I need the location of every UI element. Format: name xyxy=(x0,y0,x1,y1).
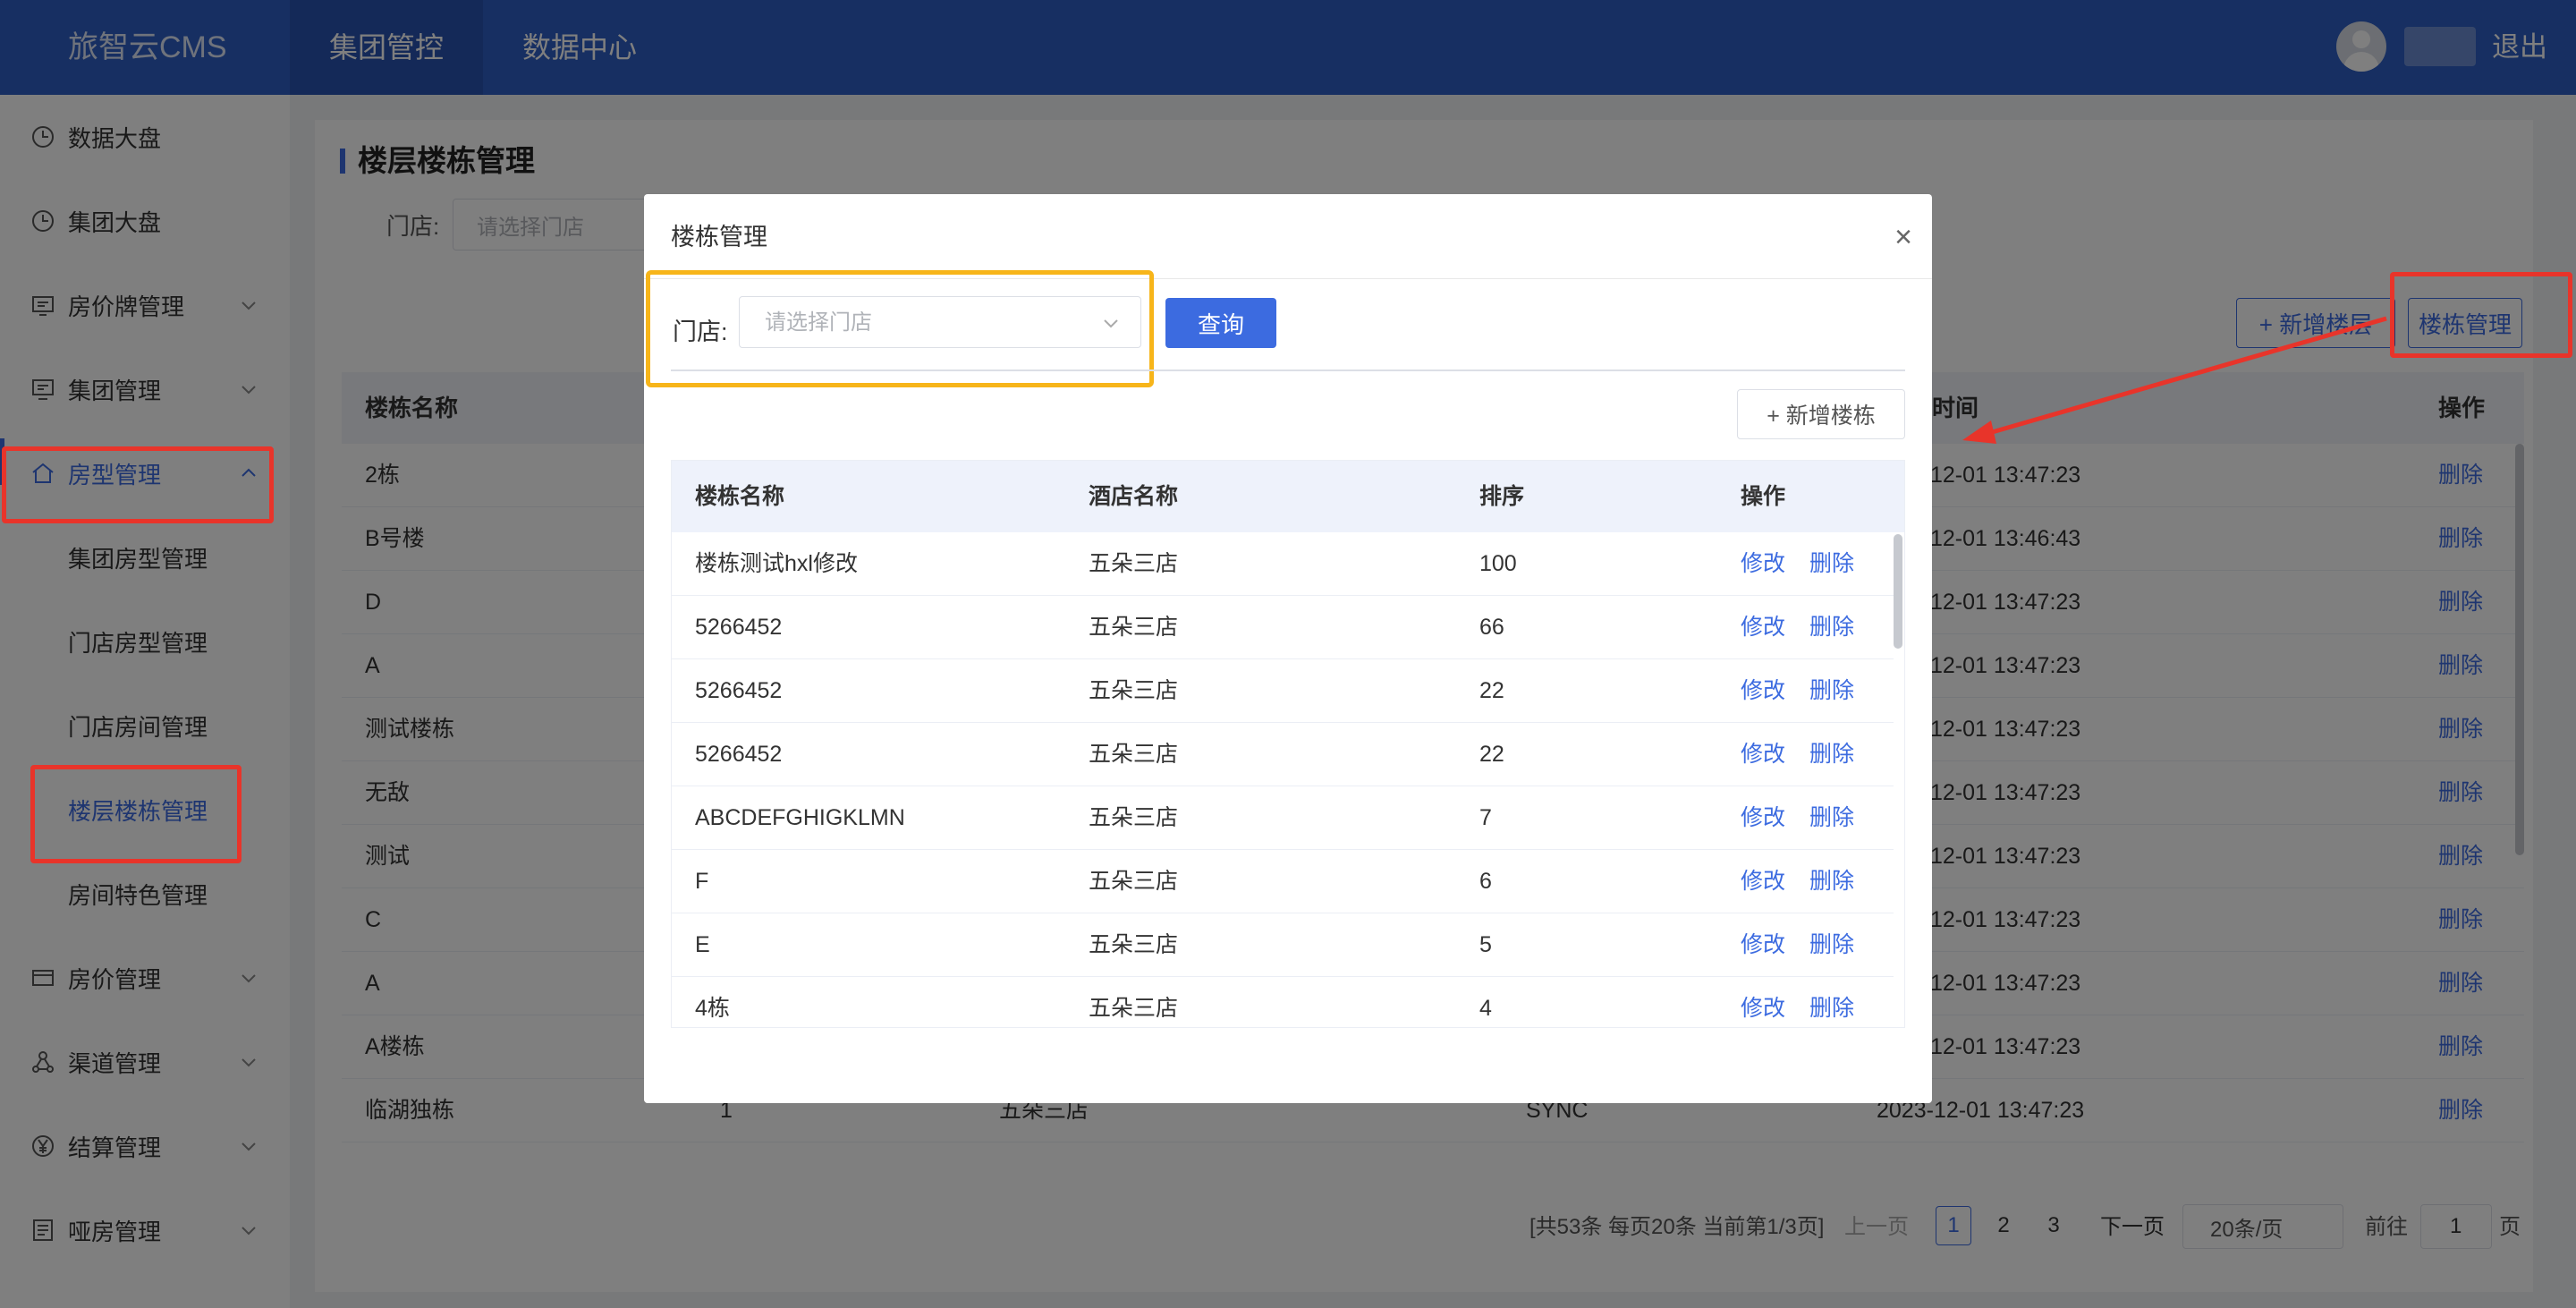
highlight-box-red-building-mgmt xyxy=(2390,272,2572,358)
add-building-button[interactable]: + 新增楼栋 xyxy=(1737,389,1905,439)
modal-title: 楼栋管理 xyxy=(671,224,767,251)
header-hotel-name: 酒店名称 xyxy=(1089,484,1179,509)
table-header: 楼栋名称 酒店名称 排序 操作 xyxy=(672,461,1904,532)
cell-sort: 66 xyxy=(1479,615,1504,640)
edit-link[interactable]: 修改 xyxy=(1741,723,1785,786)
cell-building-name: F xyxy=(695,869,709,894)
query-button[interactable]: 查询 xyxy=(1165,298,1276,348)
edit-link[interactable]: 修改 xyxy=(1741,913,1785,977)
building-mgmt-modal: 楼栋管理 × 门店: 请选择门店 查询 + 新增楼栋 楼栋名称 酒店名称 排序 … xyxy=(644,194,1932,1103)
delete-link[interactable]: 删除 xyxy=(1809,850,1854,913)
cell-hotel-name: 五朵三店 xyxy=(1089,742,1179,767)
highlight-box-red-floor-building xyxy=(30,765,242,863)
edit-link[interactable]: 修改 xyxy=(1741,532,1785,596)
delete-link[interactable]: 删除 xyxy=(1809,977,1854,1027)
cell-sort: 22 xyxy=(1479,742,1504,767)
table-row: 5266452 五朵三店 22 修改 删除 xyxy=(672,659,1894,723)
cell-sort: 6 xyxy=(1479,869,1492,894)
cell-building-name: ABCDEFGHIGKLMN xyxy=(695,805,905,830)
cell-hotel-name: 五朵三店 xyxy=(1089,932,1179,957)
table-row: 4栋 五朵三店 4 修改 删除 xyxy=(672,977,1894,1027)
cell-hotel-name: 五朵三店 xyxy=(1089,615,1179,640)
table-row: ABCDEFGHIGKLMN 五朵三店 7 修改 删除 xyxy=(672,786,1894,850)
table-row: F 五朵三店 6 修改 删除 xyxy=(672,850,1894,913)
delete-link[interactable]: 删除 xyxy=(1809,786,1854,850)
header-operation: 操作 xyxy=(1741,484,1786,509)
edit-link[interactable]: 修改 xyxy=(1741,977,1785,1027)
cell-building-name: 5266452 xyxy=(695,615,783,640)
delete-link[interactable]: 删除 xyxy=(1809,596,1854,659)
cell-sort: 22 xyxy=(1479,678,1504,703)
table-row: 5266452 五朵三店 66 修改 删除 xyxy=(672,596,1894,659)
building-table: 楼栋名称 酒店名称 排序 操作 楼栋测试hxl修改 五朵三店 100 修改 删除 5266… xyxy=(671,460,1905,1028)
table-row: E 五朵三店 5 修改 删除 xyxy=(672,913,1894,977)
cell-building-name: 4栋 xyxy=(695,996,730,1021)
cell-hotel-name: 五朵三店 xyxy=(1089,551,1179,576)
edit-link[interactable]: 修改 xyxy=(1741,786,1785,850)
cell-building-name: 5266452 xyxy=(695,742,783,767)
cell-building-name: 楼栋测试hxl修改 xyxy=(695,551,858,576)
cell-sort: 100 xyxy=(1479,551,1517,576)
cell-hotel-name: 五朵三店 xyxy=(1089,996,1179,1021)
cell-hotel-name: 五朵三店 xyxy=(1089,869,1179,894)
cell-hotel-name: 五朵三店 xyxy=(1089,805,1179,830)
edit-link[interactable]: 修改 xyxy=(1741,659,1785,723)
cell-sort: 4 xyxy=(1479,996,1492,1021)
modal-table-scrollbar[interactable] xyxy=(1894,534,1902,649)
cell-sort: 5 xyxy=(1479,932,1492,957)
cell-building-name: 5266452 xyxy=(695,678,783,703)
cell-hotel-name: 五朵三店 xyxy=(1089,678,1179,703)
table-row: 楼栋测试hxl修改 五朵三店 100 修改 删除 xyxy=(672,532,1894,596)
delete-link[interactable]: 删除 xyxy=(1809,659,1854,723)
highlight-box-red-room-type xyxy=(2,446,274,523)
close-icon[interactable]: × xyxy=(1885,219,1921,255)
delete-link[interactable]: 删除 xyxy=(1809,723,1854,786)
header-sort: 排序 xyxy=(1479,484,1525,509)
cell-building-name: E xyxy=(695,932,710,957)
cell-sort: 7 xyxy=(1479,805,1492,830)
table-row: 5266452 五朵三店 22 修改 删除 xyxy=(672,723,1894,786)
delete-link[interactable]: 删除 xyxy=(1809,532,1854,596)
edit-link[interactable]: 修改 xyxy=(1741,850,1785,913)
divider xyxy=(671,369,1905,371)
edit-link[interactable]: 修改 xyxy=(1741,596,1785,659)
delete-link[interactable]: 删除 xyxy=(1809,913,1854,977)
header-building-name: 楼栋名称 xyxy=(695,484,785,509)
